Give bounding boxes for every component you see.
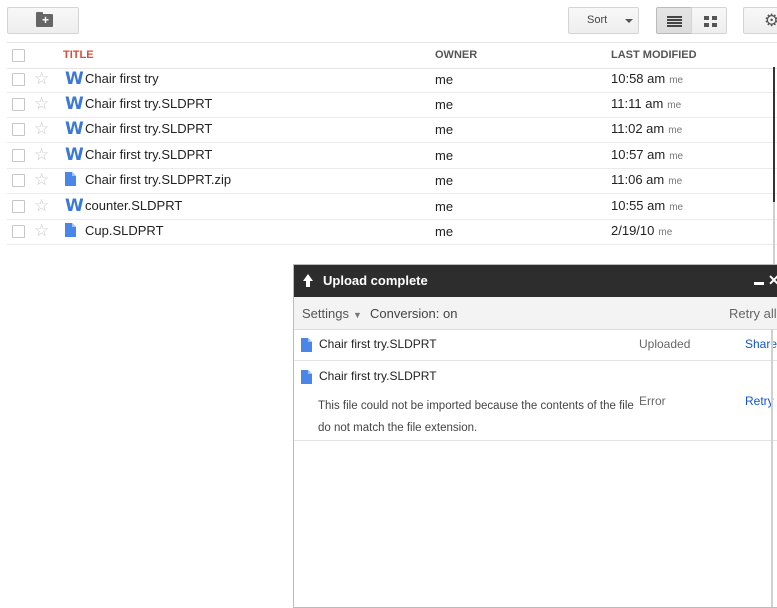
file-icon	[301, 370, 312, 384]
file-owner: me	[435, 148, 454, 163]
word-doc-icon: W	[65, 145, 84, 165]
table-row[interactable]: ☆ W Chair first try.SLDPRT me 11:02 am me	[7, 117, 777, 143]
word-doc-icon: W	[65, 119, 84, 139]
close-icon[interactable]: ✕	[768, 272, 777, 288]
file-name[interactable]: Chair first try.SLDPRT.zip	[85, 172, 231, 187]
sort-label: Sort	[587, 14, 608, 26]
upload-arrow-icon	[302, 274, 314, 288]
row-checkbox[interactable]	[12, 174, 25, 187]
settings-dropdown[interactable]: Settings ▼	[302, 306, 362, 321]
chevron-down-icon	[625, 19, 633, 23]
table-row[interactable]: ☆ W counter.SLDPRT me 10:55 am me	[7, 194, 777, 220]
gear-icon: ⚙	[764, 11, 777, 31]
panel-scrollbar[interactable]	[771, 329, 773, 607]
grid-view-button[interactable]	[691, 7, 727, 34]
word-doc-icon: W	[65, 196, 84, 216]
new-folder-button[interactable]: +	[7, 7, 79, 34]
file-name[interactable]: counter.SLDPRT	[85, 198, 182, 213]
file-owner: me	[435, 122, 454, 137]
retry-link[interactable]: Retry	[745, 394, 774, 408]
file-icon	[65, 172, 76, 186]
upload-status: Error	[639, 394, 666, 408]
upload-status: Uploaded	[639, 337, 691, 351]
file-modified: 2/19/10 me	[611, 223, 673, 238]
row-checkbox[interactable]	[12, 200, 25, 213]
file-name[interactable]: Chair first try	[85, 71, 159, 86]
upload-item: Chair first try.SLDPRT Error Retry This …	[294, 361, 777, 441]
star-icon[interactable]: ☆	[34, 69, 49, 89]
file-modified: 10:57 am me	[611, 147, 684, 162]
minimize-icon[interactable]	[754, 282, 764, 285]
retry-all-link[interactable]: Retry all	[729, 306, 777, 321]
scrollbar-thumb[interactable]	[773, 67, 775, 202]
row-checkbox[interactable]	[12, 149, 25, 162]
file-owner: me	[435, 72, 454, 87]
caret-down-icon: ▼	[352, 310, 362, 320]
upload-panel-title: Upload complete	[323, 273, 428, 288]
grid-view-icon	[704, 16, 717, 27]
table-row[interactable]: ☆ Chair first try.SLDPRT.zip me 11:06 am…	[7, 168, 777, 194]
table-row[interactable]: ☆ W Chair first try.SLDPRT me 10:57 am me	[7, 143, 777, 169]
upload-file-name: Chair first try.SLDPRT	[319, 369, 437, 383]
file-icon	[65, 223, 76, 237]
list-view-icon	[667, 16, 682, 28]
file-owner: me	[435, 173, 454, 188]
upload-panel-header[interactable]: Upload complete ✕	[294, 265, 777, 297]
file-name[interactable]: Chair first try.SLDPRT	[85, 147, 212, 162]
word-doc-icon: W	[65, 94, 84, 114]
table-header: TITLE OWNER LAST MODIFIED	[7, 42, 777, 69]
row-checkbox[interactable]	[12, 123, 25, 136]
row-checkbox[interactable]	[12, 73, 25, 86]
list-view-button[interactable]	[656, 7, 692, 34]
file-modified: 11:11 am me	[611, 96, 682, 111]
star-icon[interactable]: ☆	[34, 94, 49, 114]
error-message: This file could not be imported because …	[318, 400, 634, 434]
file-modified: 11:06 am me	[611, 172, 683, 187]
file-owner: me	[435, 224, 454, 239]
table-row[interactable]: ☆ W Chair first try.SLDPRT me 11:11 am me	[7, 92, 777, 118]
file-name[interactable]: Chair first try.SLDPRT	[85, 121, 212, 136]
file-modified: 11:02 am me	[611, 121, 683, 136]
row-checkbox[interactable]	[12, 98, 25, 111]
sort-button[interactable]: Sort	[568, 7, 639, 34]
file-icon	[301, 338, 312, 352]
header-last-modified[interactable]: LAST MODIFIED	[611, 49, 697, 61]
table-row[interactable]: ☆ W Chair first try me 10:58 am me	[7, 67, 777, 93]
file-modified: 10:55 am me	[611, 198, 684, 213]
star-icon[interactable]: ☆	[34, 221, 49, 241]
settings-button[interactable]: ⚙	[743, 7, 777, 34]
row-checkbox[interactable]	[12, 225, 25, 238]
upload-panel: Upload complete ✕ Settings▼ Conversion: …	[293, 264, 777, 608]
file-owner: me	[435, 199, 454, 214]
select-all-checkbox[interactable]	[12, 49, 25, 62]
star-icon[interactable]: ☆	[34, 119, 49, 139]
star-icon[interactable]: ☆	[34, 196, 49, 216]
folder-plus-icon: +	[36, 12, 53, 27]
file-name[interactable]: Chair first try.SLDPRT	[85, 96, 212, 111]
star-icon[interactable]: ☆	[34, 170, 49, 190]
upload-item: Chair first try.SLDPRT Uploaded Share	[294, 329, 777, 361]
table-row[interactable]: ☆ Cup.SLDPRT me 2/19/10 me	[7, 219, 777, 245]
header-title[interactable]: TITLE	[63, 49, 94, 61]
word-doc-icon: W	[65, 69, 84, 89]
star-icon[interactable]: ☆	[34, 145, 49, 165]
file-name[interactable]: Cup.SLDPRT	[85, 223, 164, 238]
conversion-status: Conversion: on	[370, 306, 458, 321]
file-owner: me	[435, 97, 454, 112]
upload-settings-bar: Settings ▼ Conversion: on Retry all	[294, 297, 777, 330]
header-owner[interactable]: OWNER	[435, 49, 477, 61]
upload-file-name: Chair first try.SLDPRT	[319, 337, 437, 351]
file-modified: 10:58 am me	[611, 71, 684, 86]
